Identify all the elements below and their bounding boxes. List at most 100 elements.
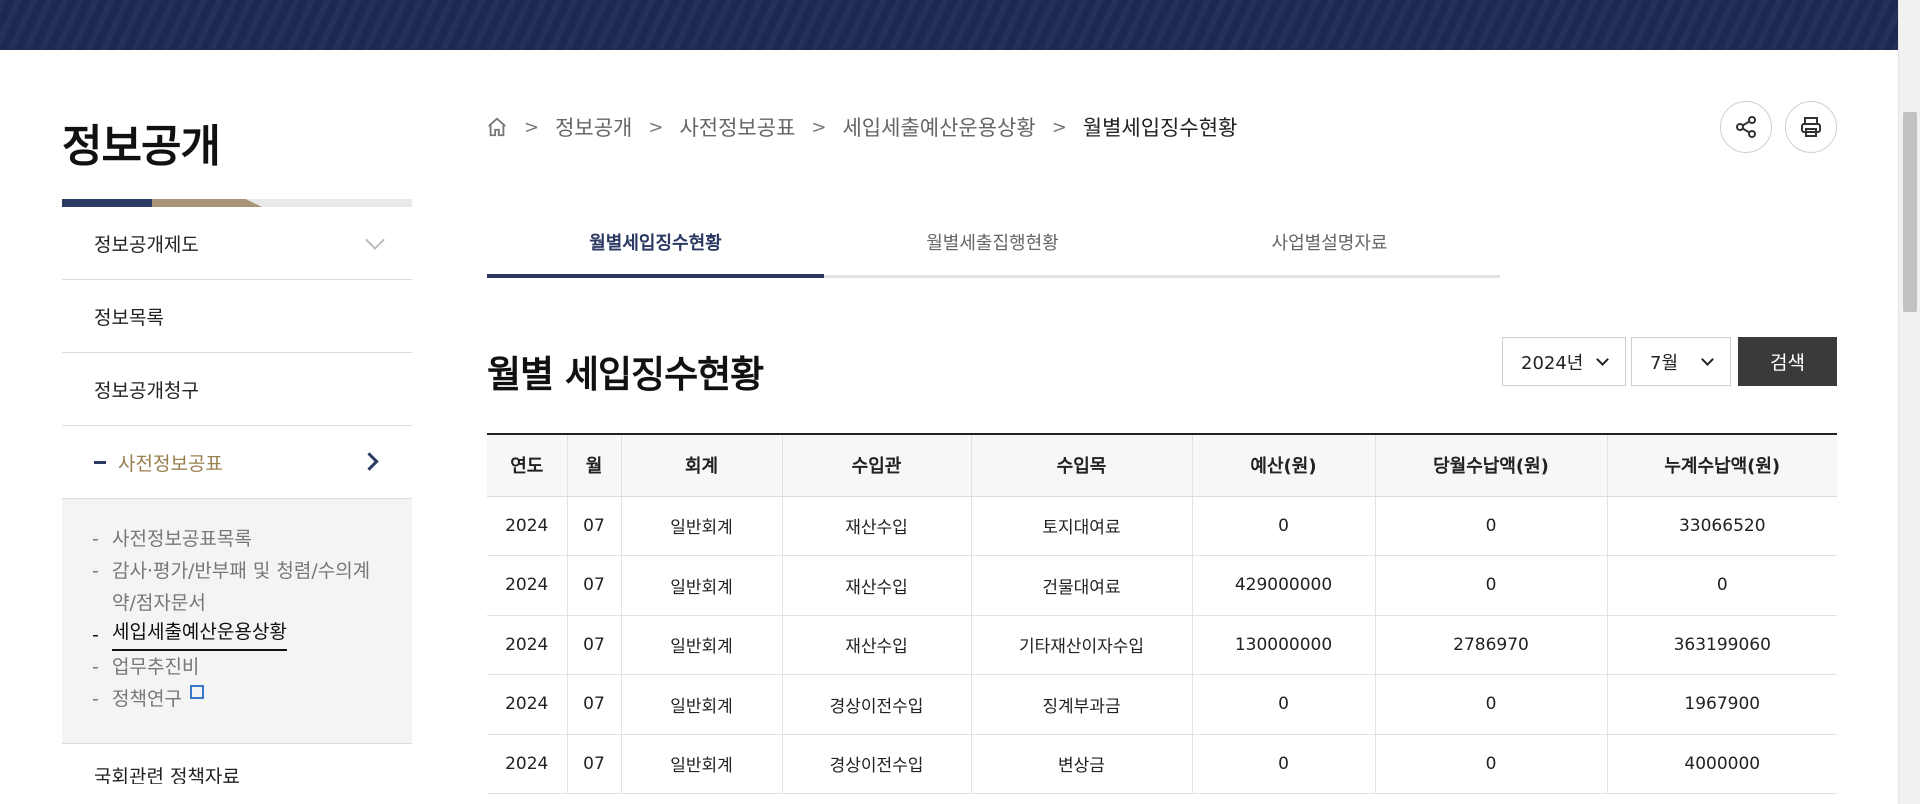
tab-project-description[interactable]: 사업별설명자료	[1161, 205, 1498, 275]
table-cell: 07	[566, 555, 621, 616]
sidebar-item-assembly-policy[interactable]: 국회관련 정책자료	[62, 744, 412, 784]
table-cell: 07	[566, 674, 621, 735]
print-button[interactable]	[1785, 101, 1837, 153]
table-cell: 0	[1191, 674, 1375, 735]
breadcrumb: > 정보공개 > 사전정보공표 > 세입세출예산운용상황 > 월별세입징수현황	[486, 112, 1237, 142]
table-cell: 일반회계	[620, 734, 782, 794]
table-cell: 일반회계	[620, 615, 782, 675]
sidebar-accent-bar	[62, 199, 412, 207]
submenu-item-label: 감사·평가/반부패 및 청렴/수의계약/점자문서	[112, 560, 371, 614]
table-cell: 2024	[487, 674, 567, 735]
table-row: 2024 07 일반회계 재산수입 기타재산이자수입 130000000 278…	[487, 615, 1837, 675]
share-button[interactable]	[1720, 101, 1772, 153]
search-button[interactable]: 검색	[1738, 337, 1837, 386]
table-cell: 재산수입	[781, 496, 971, 556]
submenu-item-policy-research[interactable]: - 정책연구	[92, 683, 382, 715]
table-cell: 07	[566, 734, 621, 794]
table-cell: 경상이전수입	[781, 674, 971, 735]
sidebar-menu: 정보공개제도 정보목록 정보공개청구 사전정보공표 - 사전정보공표목록 - 감사·…	[62, 207, 412, 784]
table-row: 2024 07 일반회계 재산수입 건물대여료 429000000 0 0	[487, 555, 1837, 616]
share-icon	[1736, 116, 1756, 138]
column-header: 예산(원)	[1191, 433, 1375, 497]
table-cell: 0	[1374, 734, 1607, 794]
submenu-item-audit-documents[interactable]: - 감사·평가/반부패 및 청렴/수의계약/점자문서	[92, 555, 382, 619]
table-cell: 2786970	[1374, 615, 1607, 675]
table-cell: 토지대여료	[970, 496, 1192, 556]
submenu-item-expenses[interactable]: - 업무추진비	[92, 651, 382, 683]
scrollbar-thumb[interactable]	[1903, 112, 1917, 312]
sidebar-item-label: 정보목록	[94, 306, 164, 329]
column-header: 월	[566, 433, 621, 497]
breadcrumb-item[interactable]: 사전정보공표	[679, 112, 795, 142]
submenu-item-budget-status[interactable]: - 세입세출예산운용상황	[92, 619, 382, 651]
chevron-down-icon	[1701, 353, 1714, 366]
table-row: 2024 07 일반회계 경상이전수입 변상금 0 0 4000000	[487, 734, 1837, 794]
table-cell: 0	[1191, 734, 1375, 794]
chevron-right-icon	[360, 452, 379, 471]
chevron-down-icon	[1596, 353, 1609, 366]
table-cell: 일반회계	[620, 555, 782, 616]
table-cell: 07	[566, 496, 621, 556]
month-select[interactable]: 7월	[1631, 337, 1731, 386]
page-scrollbar[interactable]	[1898, 0, 1920, 804]
external-link-icon	[189, 685, 204, 699]
year-select-value: 2024년	[1521, 352, 1584, 374]
home-icon[interactable]	[486, 116, 508, 138]
sidebar-item-disclosure-system[interactable]: 정보공개제도	[62, 207, 412, 280]
table-cell: 건물대여료	[970, 555, 1192, 616]
table-cell: 일반회계	[620, 496, 782, 556]
top-banner	[0, 0, 1898, 50]
table-cell: 33066520	[1606, 496, 1837, 556]
sidebar-title: 정보공개	[62, 121, 221, 172]
table-cell: 2024	[487, 555, 567, 616]
column-header: 연도	[487, 433, 567, 497]
table-cell: 변상금	[970, 734, 1192, 794]
month-select-value: 7월	[1650, 352, 1679, 374]
table-cell: 0	[1374, 496, 1607, 556]
table-cell: 0	[1191, 496, 1375, 556]
table-header-row: 연도 월 회계 수입관 수입목 예산(원) 당월수납액(원) 누계수납액(원)	[487, 433, 1837, 497]
tab-monthly-expenditure[interactable]: 월별세출집행현황	[824, 205, 1161, 275]
table-cell: 0	[1374, 674, 1607, 735]
revenue-table: 연도 월 회계 수입관 수입목 예산(원) 당월수납액(원) 누계수납액(원) …	[487, 433, 1837, 794]
sidebar-item-disclosure-request[interactable]: 정보공개청구	[62, 353, 412, 426]
table-cell: 징계부과금	[970, 674, 1192, 735]
sidebar-submenu: - 사전정보공표목록 - 감사·평가/반부패 및 청렴/수의계약/점자문서 - 세입세…	[62, 499, 412, 744]
submenu-item-label: 사전정보공표목록	[112, 528, 252, 550]
breadcrumb-current: 월별세입징수현황	[1082, 116, 1238, 140]
tab-bar: 월별세입징수현황 월별세출집행현황 사업별설명자료	[487, 205, 1500, 278]
table-cell: 363199060	[1606, 615, 1837, 675]
submenu-item-pre-disclosure-list[interactable]: - 사전정보공표목록	[92, 523, 382, 555]
table-cell: 429000000	[1191, 555, 1375, 616]
table-cell: 2024	[487, 734, 567, 794]
sidebar-item-label: 국회관련 정책자료	[94, 766, 240, 784]
sidebar-item-pre-disclosure[interactable]: 사전정보공표	[62, 426, 412, 499]
submenu-item-label: 세입세출예산운용상황	[112, 619, 287, 651]
sidebar-item-label: 정보공개제도	[94, 233, 199, 256]
table-cell: 2024	[487, 496, 567, 556]
sidebar-item-label: 정보공개청구	[94, 379, 199, 402]
table-cell: 기타재산이자수입	[970, 615, 1192, 675]
column-header: 누계수납액(원)	[1606, 433, 1837, 497]
table-cell: 130000000	[1191, 615, 1375, 675]
breadcrumb-item[interactable]: 정보공개	[555, 112, 632, 142]
chevron-down-icon	[365, 230, 385, 250]
sidebar-item-label: 사전정보공표	[118, 452, 223, 475]
breadcrumb-item[interactable]: 세입세출예산운용상황	[842, 112, 1035, 142]
table-cell: 경상이전수입	[781, 734, 971, 794]
table-cell: 4000000	[1606, 734, 1837, 794]
year-select[interactable]: 2024년	[1502, 337, 1626, 386]
column-header: 당월수납액(원)	[1374, 433, 1607, 497]
table-cell: 1967900	[1606, 674, 1837, 735]
tab-monthly-revenue[interactable]: 월별세입징수현황	[487, 205, 824, 278]
table-cell: 0	[1374, 555, 1607, 616]
table-row: 2024 07 일반회계 재산수입 토지대여료 0 0 33066520	[487, 496, 1837, 556]
table-cell: 2024	[487, 615, 567, 675]
table-row: 2024 07 일반회계 경상이전수입 징계부과금 0 0 1967900	[487, 674, 1837, 735]
table-cell: 재산수입	[781, 555, 971, 616]
dash-icon	[94, 460, 106, 464]
table-cell: 일반회계	[620, 674, 782, 735]
sidebar-item-info-list[interactable]: 정보목록	[62, 280, 412, 353]
column-header: 회계	[620, 433, 782, 497]
table-cell: 07	[566, 615, 621, 675]
